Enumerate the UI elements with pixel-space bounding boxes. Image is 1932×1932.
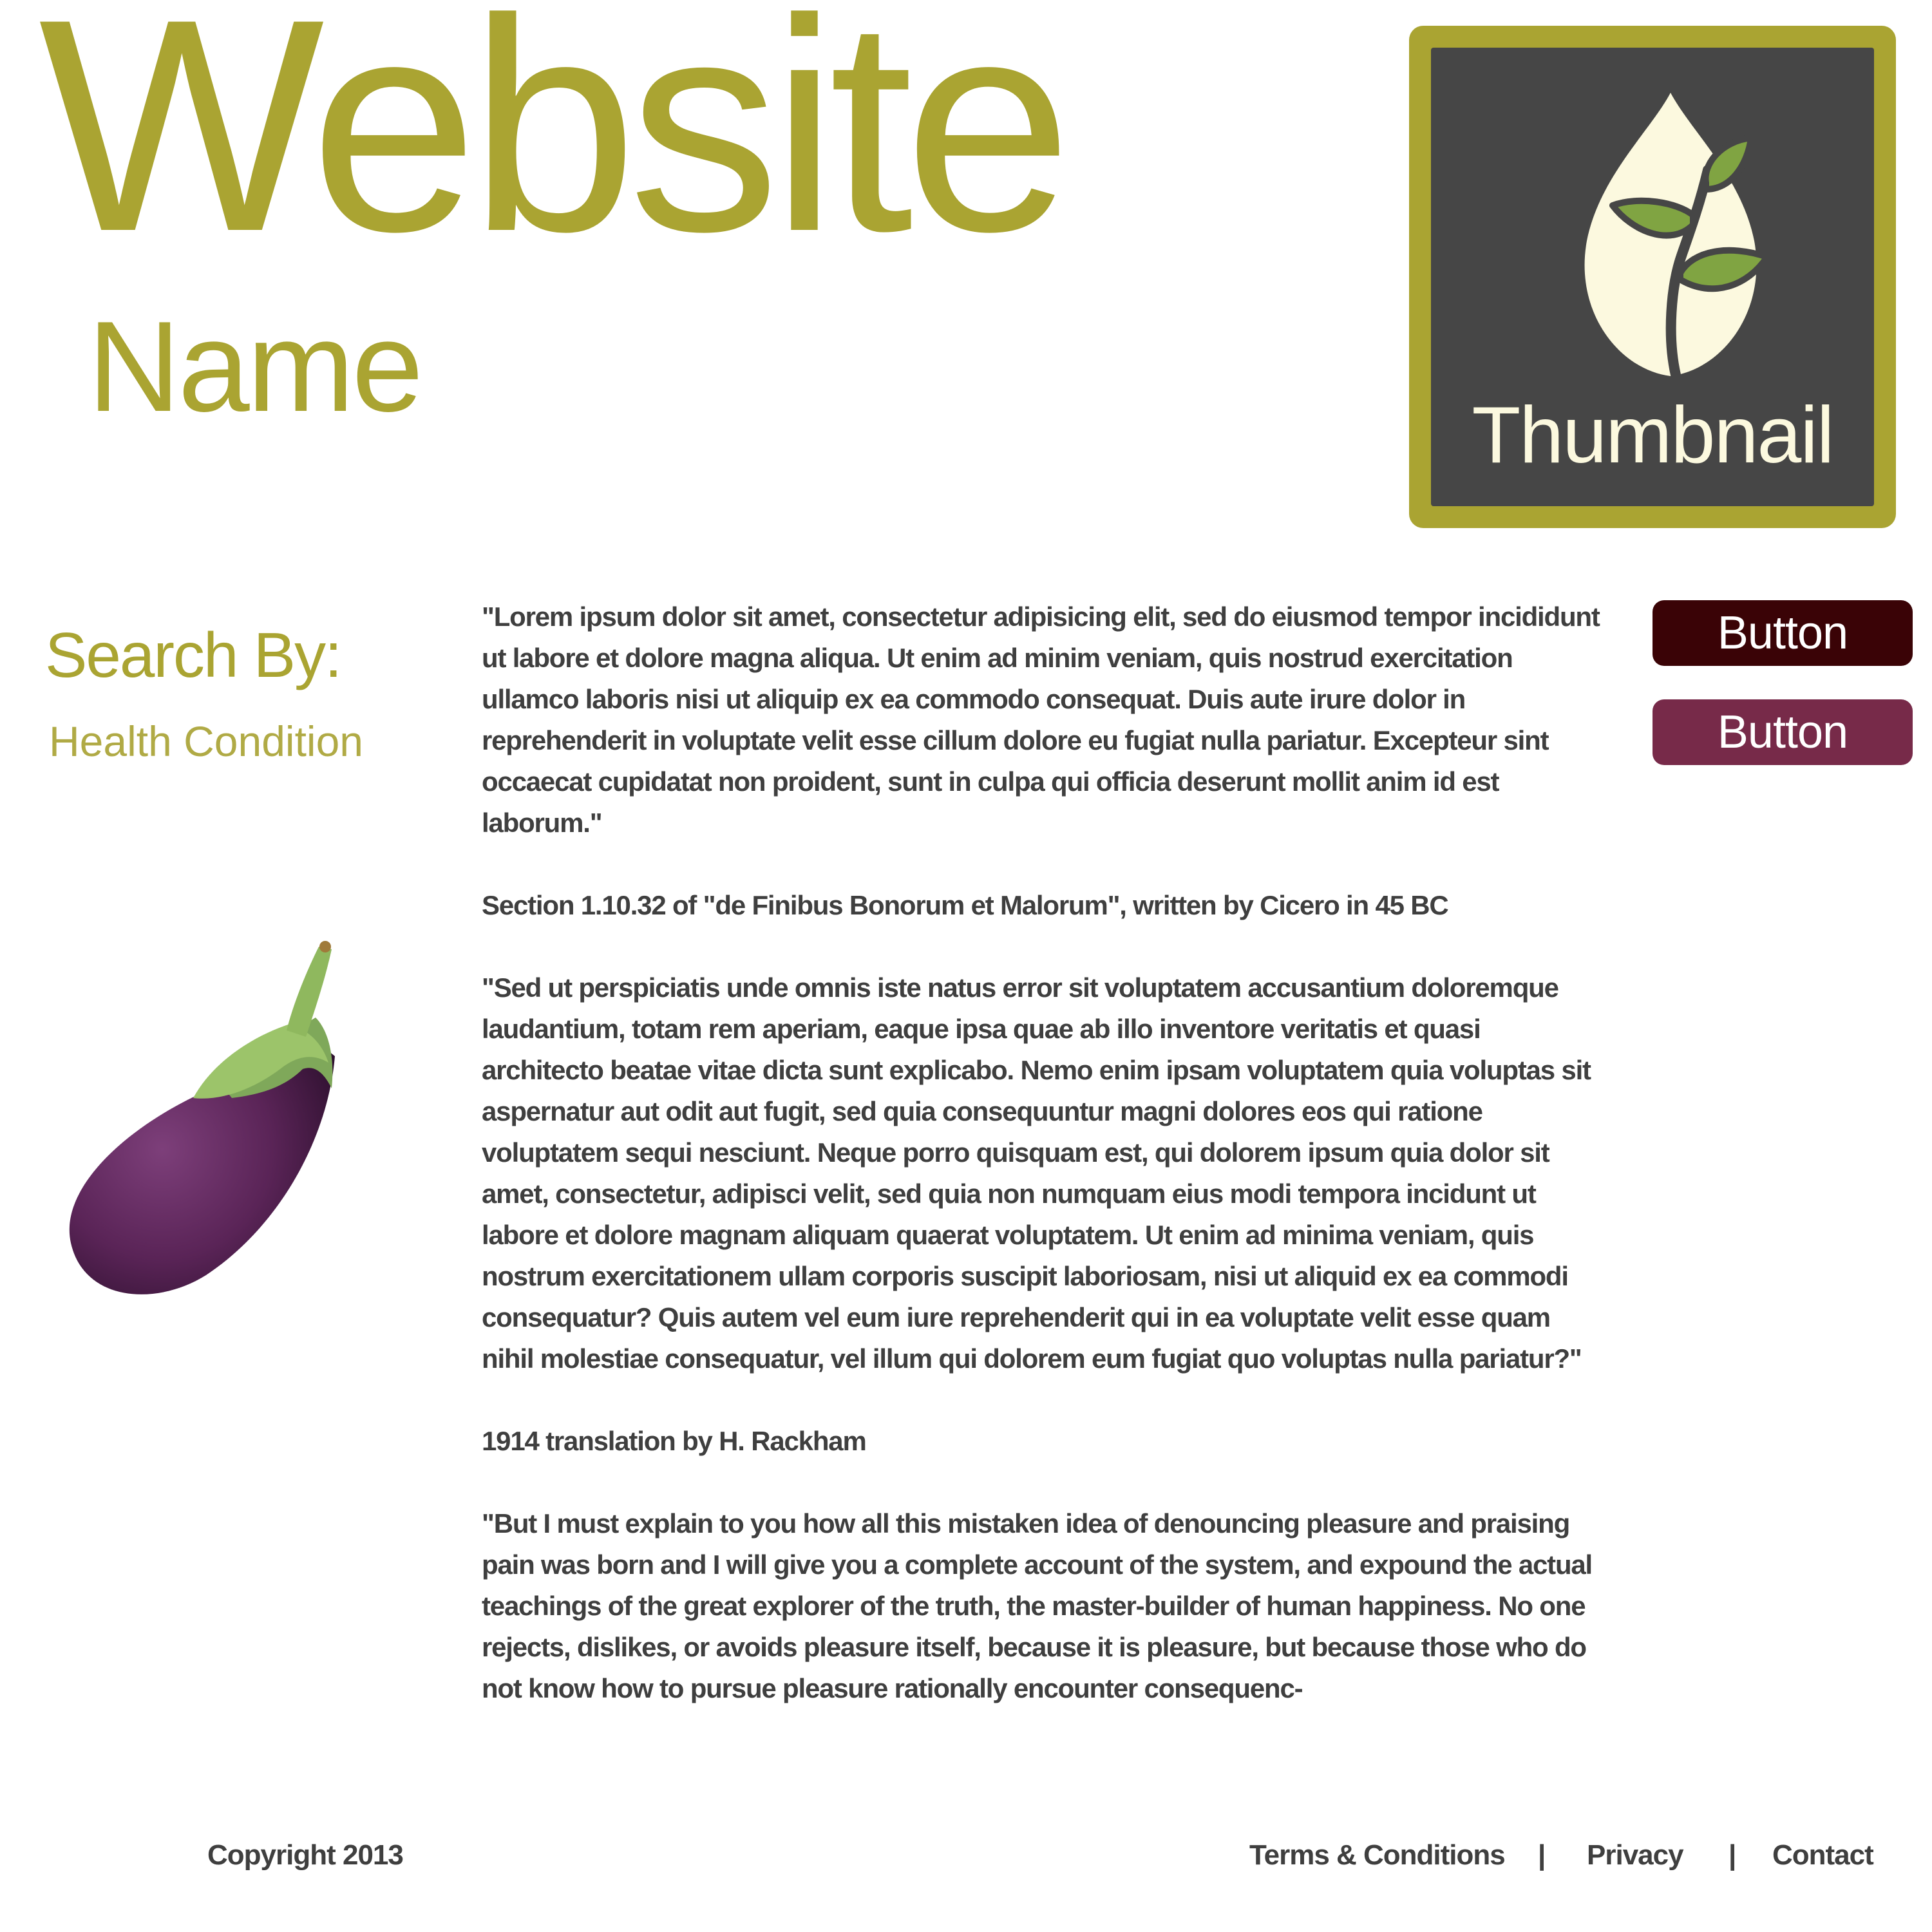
paragraph: "But I must explain to you how all this … (482, 1508, 1593, 1703)
copyright-text: Copyright 2013 (207, 1839, 404, 1871)
thumbnail-label: Thumbnail (1472, 391, 1835, 480)
eggplant-image (69, 941, 336, 1294)
footer-link-privacy[interactable]: Privacy (1587, 1839, 1684, 1871)
paragraph: 1914 translation by H. Rackham (482, 1426, 867, 1456)
paragraph: "Lorem ipsum dolor sit amet, consectetur… (482, 601, 1600, 838)
search-heading: Search By: (45, 620, 342, 690)
footer-link-terms[interactable]: Terms & Conditions (1249, 1839, 1506, 1871)
thumbnail[interactable]: Thumbnail (1409, 26, 1896, 528)
article-body: "Lorem ipsum dolor sit amet, consectetur… (482, 596, 1602, 1750)
site-subtitle: Name (88, 295, 423, 439)
footer-separator: | (1728, 1839, 1736, 1871)
footer-link-contact[interactable]: Contact (1772, 1839, 1874, 1871)
thumbnail-panel: Thumbnail (1431, 48, 1874, 506)
footer-separator: | (1538, 1839, 1546, 1871)
leaf-drop-logo-icon (1584, 93, 1767, 380)
filter-health-condition[interactable]: Health Condition (49, 720, 363, 762)
secondary-button[interactable]: Button (1653, 699, 1913, 765)
site-title: Website (39, 0, 1072, 294)
paragraph: "Sed ut perspiciatis unde omnis iste nat… (482, 972, 1591, 1374)
primary-button[interactable]: Button (1653, 600, 1913, 666)
paragraph: Section 1.10.32 of "de Finibus Bonorum e… (482, 890, 1449, 920)
